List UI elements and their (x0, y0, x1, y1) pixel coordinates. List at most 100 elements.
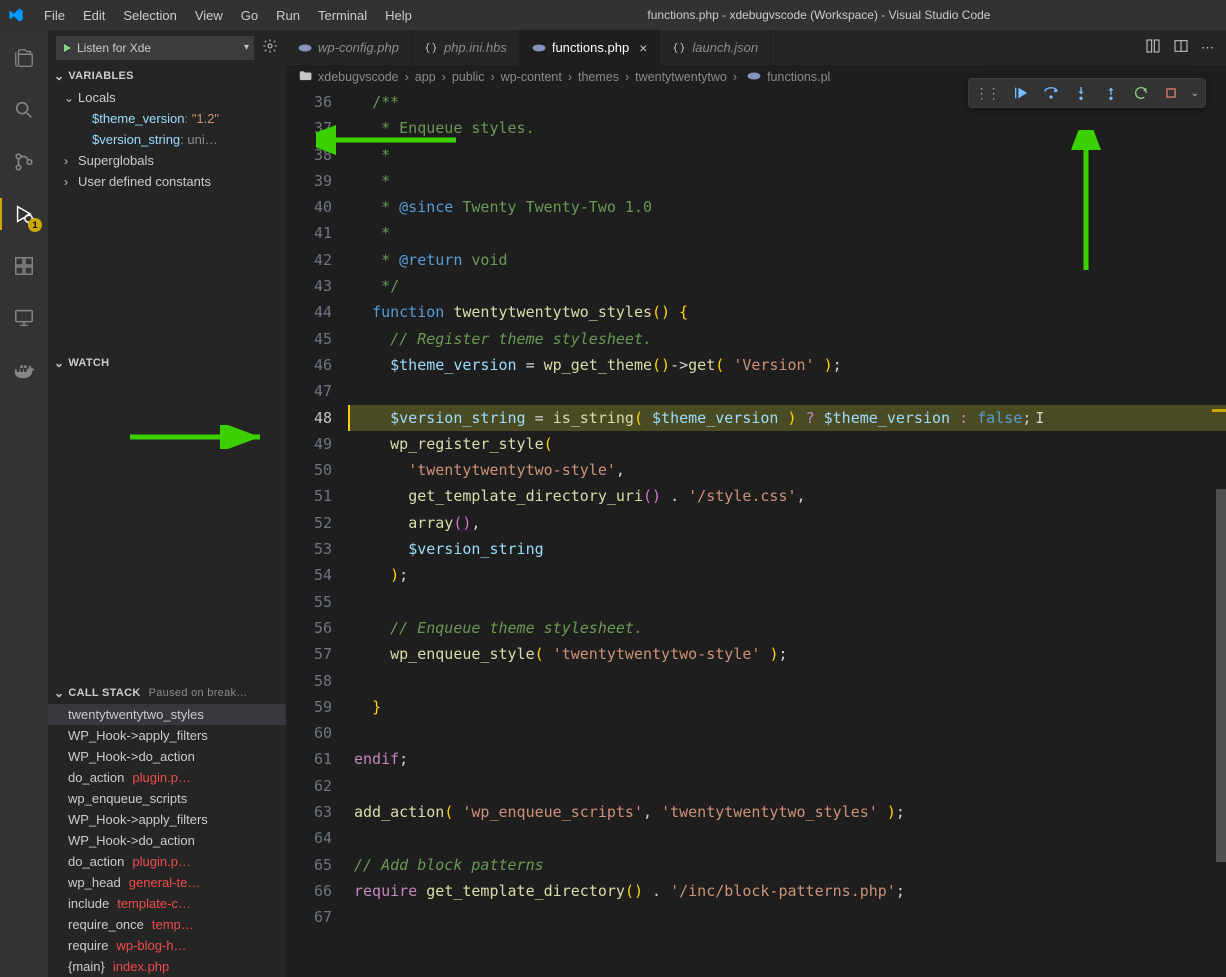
callstack-frame[interactable]: WP_Hook->do_action (48, 830, 286, 851)
tab-launch-json[interactable]: launch.json (660, 30, 771, 65)
code-line[interactable] (348, 825, 1226, 851)
callstack-frame[interactable]: WP_Hook->apply_filters (48, 809, 286, 830)
code-line[interactable]: $theme_version = wp_get_theme()->get( 'V… (348, 352, 1226, 378)
code-editor[interactable]: 363738394041424344454647 484950515253545… (286, 89, 1226, 977)
tab-wp-config-php[interactable]: wp-config.php (286, 30, 412, 65)
remote-explorer-icon[interactable] (0, 298, 48, 338)
breadcrumb-item[interactable]: public (452, 70, 485, 84)
step-over-icon[interactable] (1041, 83, 1061, 103)
search-icon[interactable] (0, 90, 48, 130)
tab-functions-php[interactable]: functions.php× (520, 30, 661, 65)
code-line[interactable]: * (348, 142, 1226, 168)
menu-file[interactable]: File (36, 4, 73, 27)
menu-terminal[interactable]: Terminal (310, 4, 375, 27)
variables-section-header[interactable]: ⌄ VARIABLES (48, 65, 286, 87)
code-line[interactable]: 'twentytwentytwo-style', (348, 457, 1226, 483)
compare-icon[interactable] (1145, 38, 1161, 57)
code-line[interactable]: * @since Twenty Twenty-Two 1.0 (348, 194, 1226, 220)
variable-row[interactable]: $theme_version: "1.2" (64, 108, 286, 129)
code-line[interactable] (348, 378, 1226, 404)
callstack-frame[interactable]: do_actionplugin.p… (48, 851, 286, 872)
stop-icon[interactable] (1161, 83, 1181, 103)
variable-scope[interactable]: ›Superglobals (64, 150, 286, 171)
code-line[interactable] (348, 720, 1226, 746)
callstack-frame[interactable]: twentytwentytwo_styles (48, 704, 286, 725)
code-line[interactable]: $version_string (348, 536, 1226, 562)
code-line[interactable]: endif; (348, 746, 1226, 772)
step-into-icon[interactable] (1071, 83, 1091, 103)
breadcrumb-item[interactable]: xdebugvscode (318, 70, 399, 84)
code-line[interactable]: wp_enqueue_style( 'twentytwentytwo-style… (348, 641, 1226, 667)
run-debug-icon[interactable]: 1 (0, 194, 48, 234)
menu-go[interactable]: Go (233, 4, 266, 27)
grip-icon[interactable]: ⋮⋮ (975, 85, 999, 102)
code-line[interactable]: * Enqueue styles. (348, 115, 1226, 141)
docker-icon[interactable] (0, 350, 48, 390)
breadcrumb-item[interactable]: app (415, 70, 436, 84)
tab-php-ini-hbs[interactable]: php.ini.hbs (412, 30, 520, 65)
callstack-frame[interactable]: WP_Hook->apply_filters (48, 725, 286, 746)
step-out-icon[interactable] (1101, 83, 1121, 103)
variable-row[interactable]: $version_string: uni… (64, 129, 286, 150)
menu-edit[interactable]: Edit (75, 4, 113, 27)
code-content[interactable]: /** * Enqueue styles. * * * @since Twent… (348, 89, 1226, 977)
start-debugging-icon[interactable] (61, 42, 73, 54)
callstack-section-header[interactable]: ⌄ CALL STACK Paused on break… (48, 682, 286, 704)
code-line[interactable]: add_action( 'wp_enqueue_scripts', 'twent… (348, 799, 1226, 825)
code-line[interactable]: * (348, 220, 1226, 246)
breadcrumb-item[interactable]: functions.pl (767, 70, 830, 84)
code-line[interactable]: get_template_directory_uri() . '/style.c… (348, 483, 1226, 509)
code-line[interactable]: wp_register_style( (348, 431, 1226, 457)
menu-run[interactable]: Run (268, 4, 308, 27)
vertical-scrollbar[interactable] (1212, 89, 1226, 977)
code-line[interactable]: ); (348, 562, 1226, 588)
code-line[interactable] (348, 589, 1226, 615)
code-line[interactable]: array(), (348, 510, 1226, 536)
breadcrumb-item[interactable]: wp-content (501, 70, 562, 84)
callstack-frame[interactable]: wp_headgeneral-te… (48, 872, 286, 893)
variable-scope[interactable]: ⌄Locals (64, 87, 286, 108)
activity-bar: 1 (0, 30, 48, 977)
explorer-icon[interactable] (0, 38, 48, 78)
code-line[interactable]: } (348, 694, 1226, 720)
code-line[interactable]: * (348, 168, 1226, 194)
menu-view[interactable]: View (187, 4, 231, 27)
callstack-frame[interactable]: wp_enqueue_scripts (48, 788, 286, 809)
debug-toolbar[interactable]: ⋮⋮ ⌄ (968, 78, 1206, 108)
watch-section-header[interactable]: ⌄ WATCH (48, 352, 286, 374)
continue-icon[interactable] (1011, 83, 1031, 103)
tab-bar: wp-config.phpphp.ini.hbsfunctions.php×la… (286, 30, 1226, 65)
callstack-frame[interactable]: includetemplate-c… (48, 893, 286, 914)
code-line[interactable] (348, 668, 1226, 694)
close-tab-icon[interactable]: × (639, 40, 647, 56)
menu-selection[interactable]: Selection (115, 4, 184, 27)
callstack-frame[interactable]: require_oncetemp… (48, 914, 286, 935)
source-control-icon[interactable] (0, 142, 48, 182)
code-line[interactable] (348, 773, 1226, 799)
code-line[interactable]: // Register theme stylesheet. (348, 326, 1226, 352)
callstack-frame[interactable]: do_actionplugin.p… (48, 767, 286, 788)
code-line[interactable]: function twentytwentytwo_styles() { (348, 299, 1226, 325)
breadcrumb-item[interactable]: themes (578, 70, 619, 84)
code-line[interactable]: // Add block patterns (348, 852, 1226, 878)
extensions-icon[interactable] (0, 246, 48, 286)
chevron-down-icon[interactable]: ⌄ (1191, 88, 1199, 99)
callstack-frame[interactable]: WP_Hook->do_action (48, 746, 286, 767)
gutter[interactable]: 363738394041424344454647 484950515253545… (286, 89, 348, 977)
restart-icon[interactable] (1131, 83, 1151, 103)
callstack-frame[interactable]: requirewp-blog-h… (48, 935, 286, 956)
code-line[interactable]: // Enqueue theme stylesheet. (348, 615, 1226, 641)
menu-help[interactable]: Help (377, 4, 420, 27)
callstack-frame[interactable]: {main}index.php (48, 956, 286, 977)
code-line[interactable]: */ (348, 273, 1226, 299)
code-line[interactable]: $version_string = is_string( $theme_vers… (348, 405, 1226, 431)
split-editor-icon[interactable] (1173, 38, 1189, 57)
debug-settings-gear-icon[interactable] (262, 38, 278, 57)
code-line[interactable] (348, 904, 1226, 930)
code-line[interactable]: require get_template_directory() . '/inc… (348, 878, 1226, 904)
more-icon[interactable]: ⋯ (1201, 40, 1214, 56)
code-line[interactable]: * @return void (348, 247, 1226, 273)
debug-config-select[interactable]: Listen for Xde ▾ (56, 36, 254, 60)
variable-scope[interactable]: ›User defined constants (64, 171, 286, 192)
breadcrumb-item[interactable]: twentytwentytwo (635, 70, 727, 84)
